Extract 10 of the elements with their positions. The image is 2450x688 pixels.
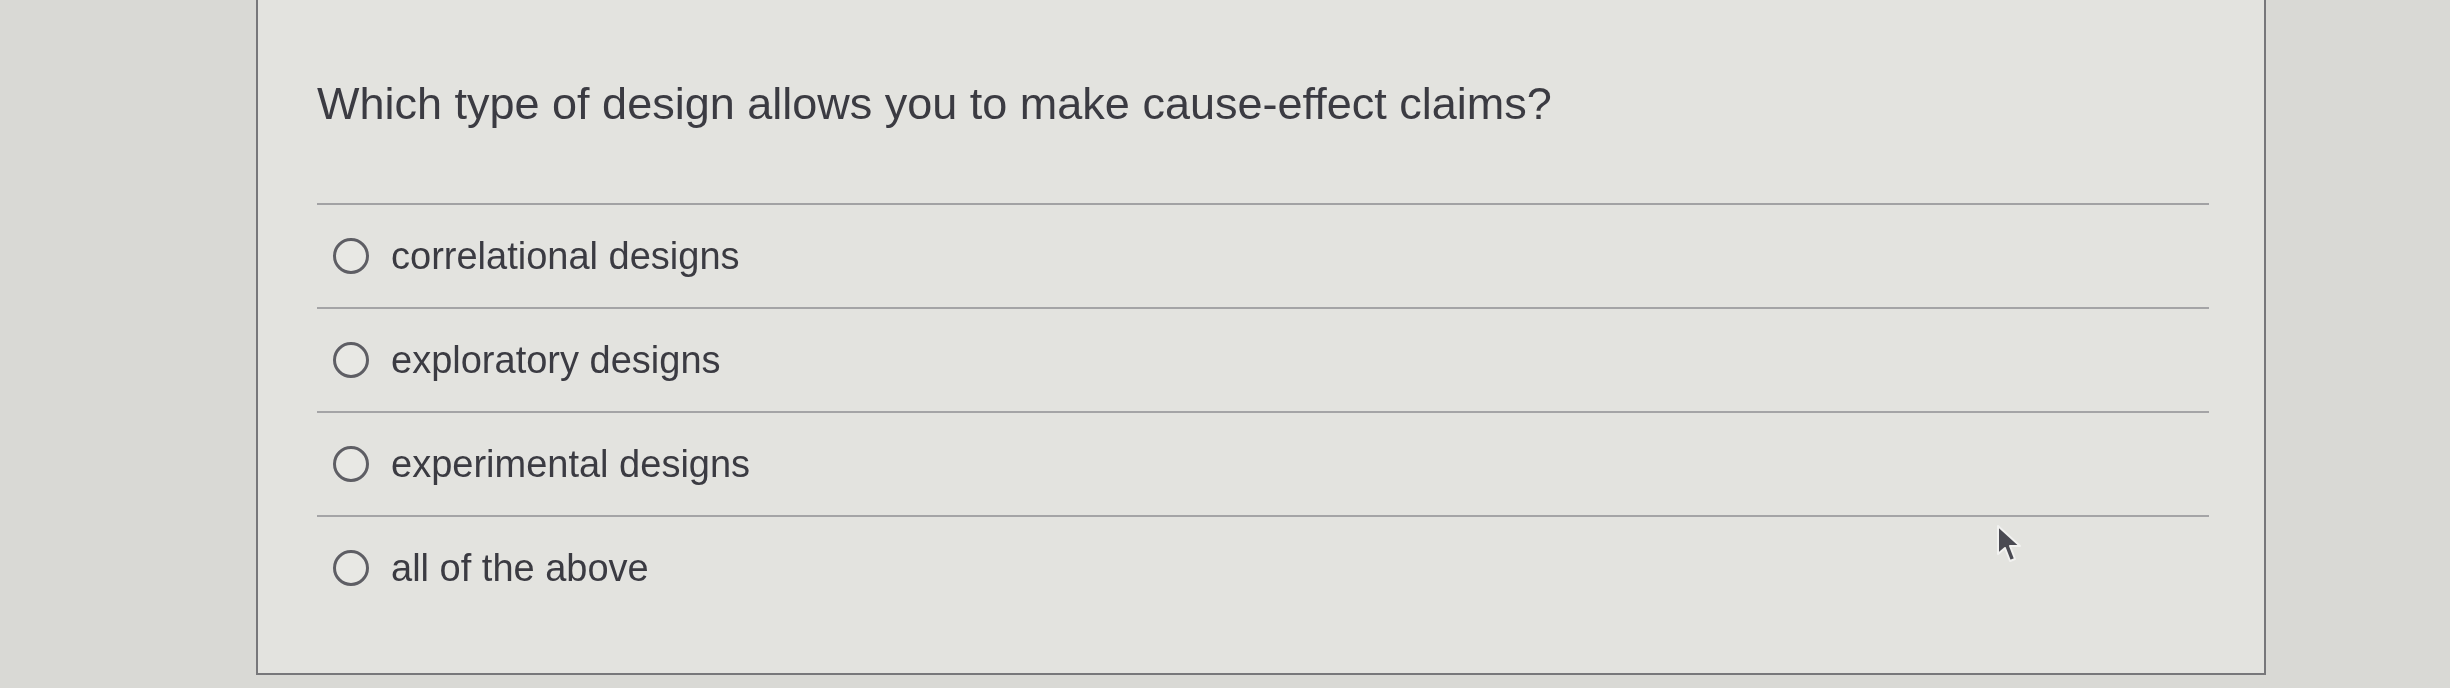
radio-button[interactable] — [333, 238, 369, 274]
mouse-pointer-icon — [1996, 524, 2022, 564]
answer-option-label[interactable]: correlational designs — [391, 233, 740, 279]
radio-button[interactable] — [333, 550, 369, 586]
answer-option-label[interactable]: experimental designs — [391, 441, 751, 487]
radio-button[interactable] — [333, 342, 369, 378]
radio-button[interactable] — [333, 446, 369, 482]
question-text: Which type of design allows you to make cause-effect claims? — [317, 77, 1552, 131]
answer-option-label[interactable]: exploratory designs — [391, 337, 721, 383]
answer-option-label[interactable]: all of the above — [391, 545, 649, 591]
